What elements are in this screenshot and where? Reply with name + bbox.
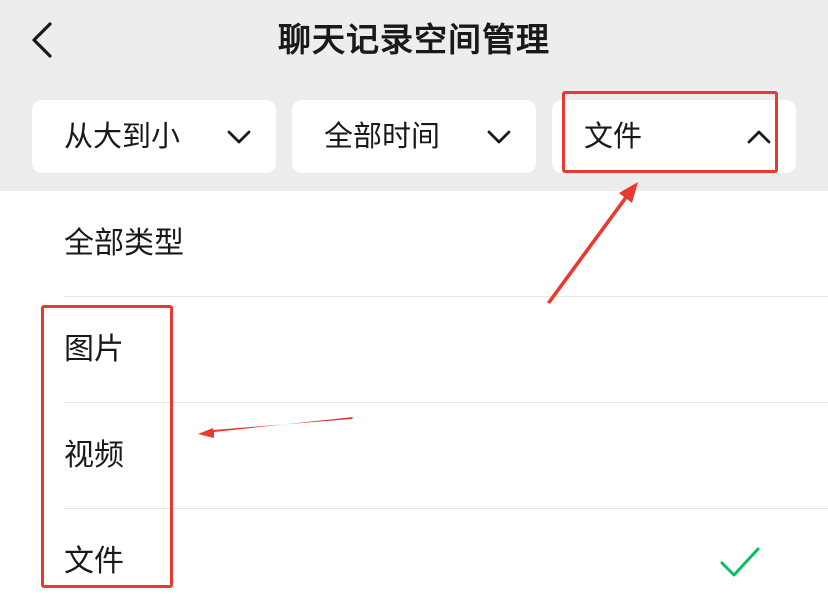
page-title: 聊天记录空间管理	[278, 20, 550, 59]
time-filter-label: 全部时间	[324, 119, 441, 153]
chevron-down-icon	[227, 130, 251, 144]
checkmark-icon	[720, 547, 760, 577]
time-filter-dropdown[interactable]: 全部时间	[292, 100, 536, 173]
menu-item-all-types[interactable]: 全部类型	[0, 191, 828, 297]
sort-filter-dropdown[interactable]: 从大到小	[32, 100, 276, 173]
menu-item-label: 全部类型	[64, 226, 184, 261]
chevron-down-icon	[487, 130, 511, 144]
annotation-box-type-filter	[562, 91, 778, 173]
annotation-box-type-options	[41, 305, 173, 588]
sort-filter-label: 从大到小	[64, 119, 181, 153]
